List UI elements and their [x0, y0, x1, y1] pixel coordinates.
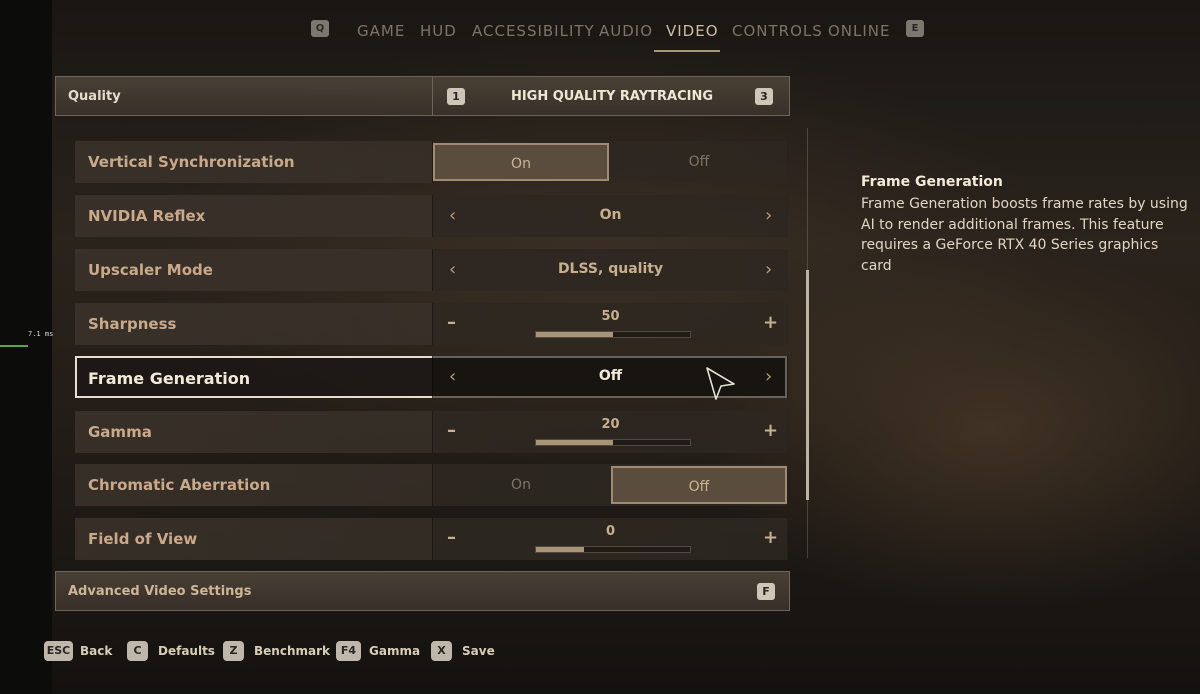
- field-of-view-slider-fill: [536, 547, 584, 552]
- benchmark-label: Benchmark: [254, 644, 330, 658]
- save-label: Save: [462, 644, 495, 658]
- f4-key-icon: F4: [336, 641, 361, 661]
- back-label: Back: [80, 644, 113, 658]
- reflex-control: ‹ On ›: [432, 195, 788, 237]
- setting-row-chromatic-aberration[interactable]: Chromatic Aberration On Off: [75, 464, 788, 506]
- frame-generation-right-arrow-icon[interactable]: ›: [765, 366, 772, 387]
- quality-next-key[interactable]: 3: [755, 88, 773, 105]
- reflex-label: NVIDIA Reflex: [88, 207, 206, 225]
- advanced-video-settings-row[interactable]: Advanced Video Settings F: [55, 571, 790, 611]
- setting-row-frame-generation[interactable]: Frame Generation ‹ Off ›: [75, 356, 788, 398]
- info-panel-description: Frame Generation boosts frame rates by u…: [861, 196, 1188, 274]
- advanced-video-settings-key[interactable]: F: [757, 583, 775, 600]
- upscaler-value: DLSS, quality: [557, 261, 664, 277]
- field-of-view-slider-track[interactable]: [535, 546, 691, 553]
- active-tab-indicator: [654, 50, 720, 52]
- sharpness-value: 50: [601, 309, 620, 324]
- upscaler-label: Upscaler Mode: [88, 261, 213, 279]
- quality-preset-row[interactable]: Quality 1 HIGH QUALITY RAYTRACING 3: [55, 76, 790, 116]
- field-of-view-control: – 0 +: [432, 518, 788, 560]
- setting-row-field-of-view[interactable]: Field of View – 0 +: [75, 518, 788, 560]
- next-tab-key[interactable]: E: [906, 20, 924, 37]
- vsync-on-option[interactable]: On: [433, 143, 609, 181]
- setting-row-nvidia-reflex[interactable]: NVIDIA Reflex ‹ On ›: [75, 195, 788, 237]
- chromatic-aberration-label: Chromatic Aberration: [88, 476, 271, 494]
- top-tab-bar: Q GAME HUD ACCESSIBILITY AUDIO VIDEO CON…: [0, 0, 1200, 56]
- setting-row-gamma[interactable]: Gamma – 20 +: [75, 411, 788, 453]
- tab-game[interactable]: GAME: [357, 22, 405, 40]
- chromatic-aberration-control: On Off: [432, 464, 788, 506]
- tab-hud[interactable]: HUD: [420, 22, 457, 40]
- tab-accessibility[interactable]: ACCESSIBILITY: [472, 22, 595, 40]
- gamma-slider-fill: [536, 440, 613, 445]
- sharpness-slider-fill: [536, 332, 613, 337]
- sharpness-control: – 50 +: [432, 303, 788, 345]
- defaults-label: Defaults: [158, 644, 215, 658]
- c-key-icon: C: [127, 641, 148, 661]
- gamma-footer-label: Gamma: [369, 644, 421, 658]
- vsync-label: Vertical Synchronization: [88, 153, 295, 171]
- vsync-off-option[interactable]: Off: [611, 143, 787, 181]
- chromatic-aberration-on-option[interactable]: On: [433, 466, 609, 504]
- quality-label: Quality: [68, 89, 121, 104]
- tab-video[interactable]: VIDEO: [666, 22, 719, 40]
- gamma-control: – 20 +: [432, 411, 788, 453]
- sharpness-label: Sharpness: [88, 315, 177, 333]
- info-panel-title: Frame Generation: [861, 174, 1003, 190]
- field-of-view-label: Field of View: [88, 530, 198, 548]
- setting-row-vsync[interactable]: Vertical Synchronization On Off: [75, 141, 788, 183]
- reflex-right-arrow-icon[interactable]: ›: [765, 205, 772, 226]
- sharpness-slider-track[interactable]: [535, 331, 691, 338]
- gamma-value: 20: [601, 417, 620, 432]
- sharpness-increase-icon[interactable]: +: [763, 312, 778, 333]
- scrollbar-thumb[interactable]: [806, 270, 809, 500]
- tab-audio[interactable]: AUDIO: [599, 22, 653, 40]
- setting-row-sharpness[interactable]: Sharpness – 50 +: [75, 303, 788, 345]
- gamma-slider-track[interactable]: [535, 439, 691, 446]
- tab-controls[interactable]: CONTROLS: [732, 22, 823, 40]
- gamma-label: Gamma: [88, 423, 152, 441]
- esc-key-icon: ESC: [44, 641, 73, 661]
- x-key-icon: X: [431, 641, 452, 661]
- reflex-value: On: [599, 207, 622, 223]
- prev-tab-key[interactable]: Q: [311, 20, 329, 37]
- tab-online[interactable]: ONLINE: [828, 22, 891, 40]
- z-key-icon: Z: [223, 641, 244, 661]
- field-of-view-value: 0: [605, 524, 616, 539]
- advanced-video-settings-label: Advanced Video Settings: [68, 584, 252, 599]
- upscaler-right-arrow-icon[interactable]: ›: [765, 259, 772, 280]
- field-of-view-increase-icon[interactable]: +: [763, 527, 778, 548]
- gamma-increase-icon[interactable]: +: [763, 420, 778, 441]
- frametime-graph: [0, 345, 28, 347]
- vsync-control: On Off: [432, 141, 788, 183]
- chromatic-aberration-off-option[interactable]: Off: [611, 466, 787, 504]
- frametime-readout: 7.1 ms: [28, 330, 54, 338]
- mouse-cursor-icon: [706, 367, 735, 400]
- quality-value: HIGH QUALITY RAYTRACING: [510, 89, 714, 104]
- setting-row-upscaler-mode[interactable]: Upscaler Mode ‹ DLSS, quality ›: [75, 249, 788, 291]
- upscaler-control: ‹ DLSS, quality ›: [432, 249, 788, 291]
- left-overlay-strip: [0, 0, 52, 694]
- frame-generation-label: Frame Generation: [88, 369, 251, 388]
